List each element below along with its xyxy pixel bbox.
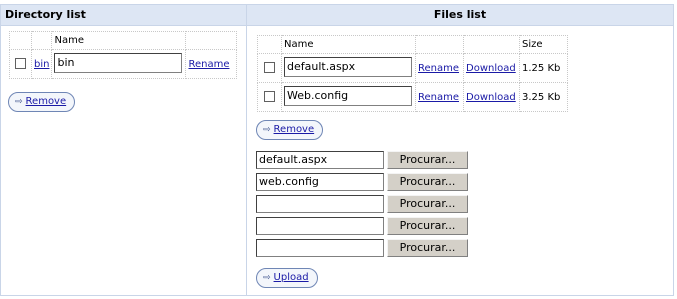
browse-button[interactable]: Procurar...: [387, 217, 468, 235]
upload-button[interactable]: ⇨ Upload: [256, 268, 318, 288]
browse-button[interactable]: Procurar...: [387, 173, 468, 191]
directory-rename-link[interactable]: Rename: [188, 59, 229, 70]
upload-file-field[interactable]: [256, 195, 384, 213]
file-select-checkbox[interactable]: [264, 62, 275, 74]
file-manager-panel: Directory list Files list Name bin bin R…: [0, 4, 674, 296]
arrow-right-icon: ⇨: [15, 97, 23, 107]
file-download-link[interactable]: Download: [466, 92, 516, 103]
file-name-input[interactable]: Web.config: [284, 85, 412, 106]
file-download-link[interactable]: Download: [466, 63, 516, 74]
table-row: default.aspx Rename Download 1.25 Kb: [257, 53, 568, 83]
directory-name-column-header: Name: [51, 31, 187, 50]
files-remove-button[interactable]: ⇨ Remove: [256, 120, 324, 140]
browse-button[interactable]: Procurar...: [387, 151, 468, 169]
arrow-right-icon: ⇨: [263, 273, 271, 283]
browse-button[interactable]: Procurar...: [387, 239, 468, 257]
arrow-right-icon: ⇨: [263, 125, 271, 135]
file-rename-link[interactable]: Rename: [418, 63, 459, 74]
upload-file-field[interactable]: web.config: [256, 173, 384, 191]
table-row: bin bin Rename: [9, 49, 238, 79]
upload-file-field[interactable]: [256, 217, 384, 235]
file-size: 1.25 Kb: [519, 53, 568, 83]
table-row: Web.config Rename Download 3.25 Kb: [257, 82, 568, 112]
directory-select-checkbox[interactable]: [15, 58, 26, 70]
directory-table: Name bin bin Rename: [9, 31, 238, 79]
browse-button[interactable]: Procurar...: [387, 195, 468, 213]
directory-name-input[interactable]: bin: [54, 52, 183, 73]
files-name-column-header: Name: [281, 35, 416, 54]
files-size-column-header: Size: [519, 35, 568, 54]
directory-open-link[interactable]: bin: [34, 59, 49, 70]
panel-divider: [246, 5, 247, 295]
files-table: Name Size default.aspx Rename Download 1…: [257, 35, 568, 112]
directory-remove-button[interactable]: ⇨ Remove: [8, 92, 76, 112]
upload-file-field[interactable]: [256, 239, 384, 257]
upload-file-field[interactable]: default.aspx: [256, 151, 384, 169]
files-list-header: Files list: [247, 5, 673, 26]
file-name-input[interactable]: default.aspx: [284, 56, 412, 77]
directory-list-header: Directory list: [1, 5, 247, 26]
file-rename-link[interactable]: Rename: [418, 92, 459, 103]
file-size: 3.25 Kb: [519, 82, 568, 112]
file-select-checkbox[interactable]: [264, 91, 275, 103]
